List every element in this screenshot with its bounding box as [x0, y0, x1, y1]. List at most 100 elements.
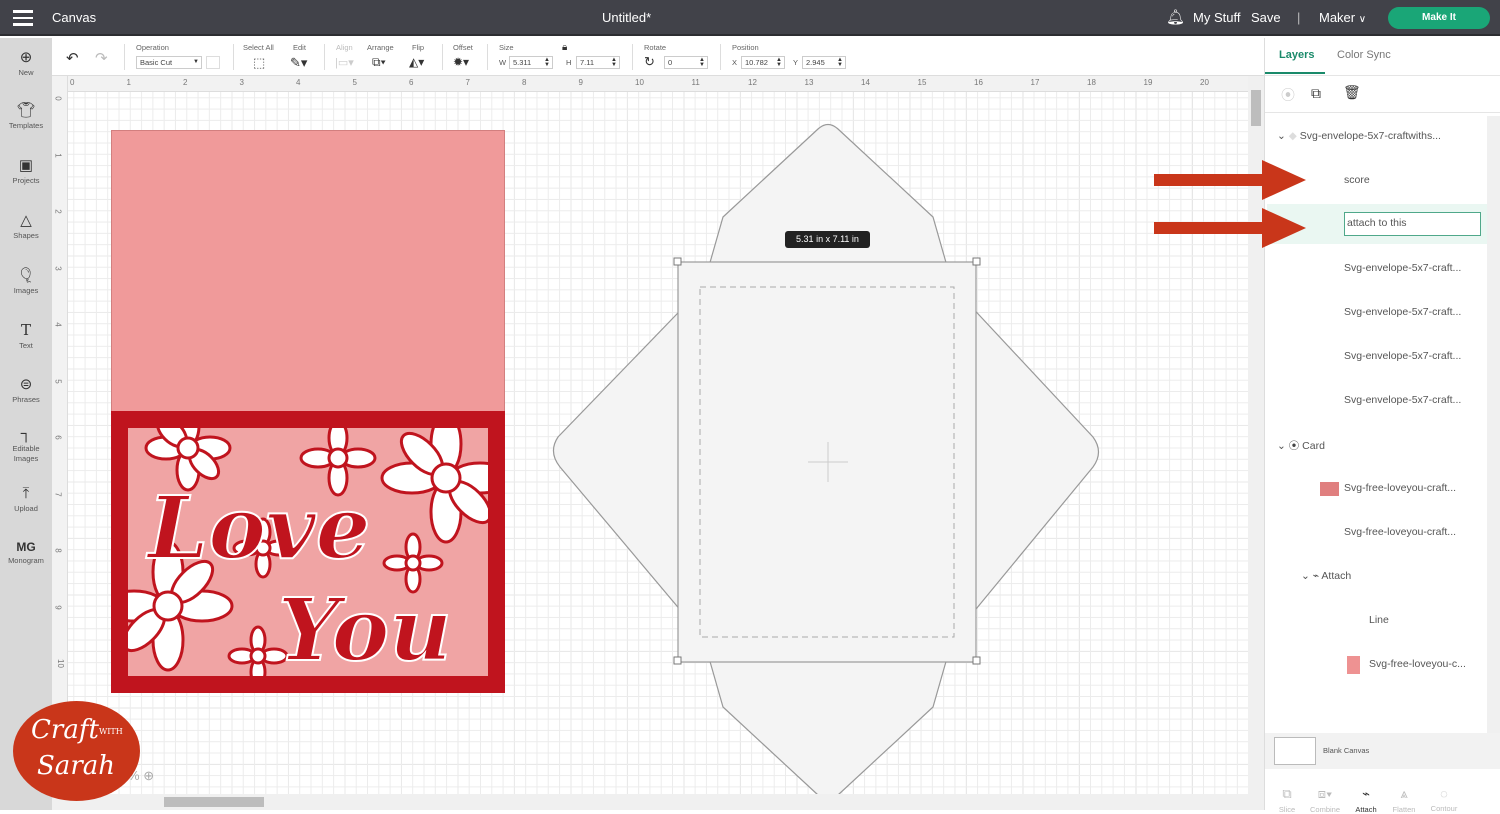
layer-name: Svg-envelope-5x7-craft...: [1344, 350, 1462, 362]
save-button[interactable]: Save: [1251, 10, 1281, 25]
tab-color-sync[interactable]: Color Sync: [1337, 49, 1391, 61]
edit-pencil-icon[interactable]: ✎▾: [290, 55, 307, 71]
blank-canvas-row[interactable]: Blank Canvas: [1265, 733, 1500, 769]
sidebar-label: Projects: [12, 176, 40, 185]
chevron-down-icon[interactable]: ⌄: [1277, 130, 1286, 142]
annotation-arrowhead: [1262, 208, 1306, 248]
arrange-icon[interactable]: ⧉▾: [372, 55, 386, 70]
blank-canvas-label: Blank Canvas: [1323, 746, 1370, 755]
align-icon[interactable]: |▭▾: [335, 56, 354, 69]
design-canvas[interactable]: Love You 5.31 in x 7.11 in: [68, 92, 1248, 801]
offset-label: Offset: [453, 43, 473, 52]
my-stuff-link[interactable]: My Stuff: [1193, 10, 1240, 25]
y-position-input[interactable]: 2.945 ▲ ▼: [802, 56, 846, 69]
layer-loveyou[interactable]: Svg-free-loveyou-craft...: [1344, 526, 1456, 538]
contour-button[interactable]: ◌ Contour: [1424, 786, 1464, 813]
scroll-thumb[interactable]: [1251, 90, 1261, 126]
hamburger-menu-icon[interactable]: [13, 10, 33, 26]
stepper-icon[interactable]: ▲ ▼: [699, 57, 705, 68]
bell-icon[interactable]: 🔔︎: [1166, 8, 1185, 26]
stepper-icon[interactable]: ▲ ▼: [837, 57, 843, 68]
stepper-icon[interactable]: ▲ ▼: [611, 57, 617, 68]
height-input[interactable]: 7.11 ▲ ▼: [576, 56, 620, 69]
divider: [1265, 75, 1500, 76]
logo-with: WITH: [99, 727, 123, 736]
layer-envelope-part[interactable]: Svg-envelope-5x7-craft...: [1344, 350, 1461, 362]
duplicate-icon[interactable]: ⧉: [1311, 85, 1321, 102]
stepper-icon[interactable]: ▲ ▼: [776, 57, 782, 68]
flip-icon[interactable]: ◭▾: [409, 55, 424, 69]
layer-name: score: [1344, 174, 1370, 186]
dropdown-arrow-icon: ▼: [193, 59, 199, 65]
sidebar-item-templates[interactable]: 👕︎ Templates: [0, 101, 52, 130]
ruler-tick-label: 17: [1030, 78, 1040, 87]
card-front-love-you[interactable]: Love You: [111, 411, 505, 693]
rotate-input[interactable]: 0 ▲ ▼: [664, 56, 708, 69]
sidebar-item-images[interactable]: 🎈︎ Images: [0, 266, 52, 295]
width-input[interactable]: 5.311 ▲ ▼: [509, 56, 553, 69]
layer-line[interactable]: Line: [1369, 614, 1389, 626]
layer-envelope-part[interactable]: Svg-envelope-5x7-craft...: [1344, 306, 1461, 318]
sidebar-label: Text: [19, 341, 33, 350]
horizontal-scrollbar[interactable]: [52, 794, 1264, 810]
redo-icon[interactable]: ↷: [95, 49, 108, 67]
offset-icon[interactable]: ✹▾: [453, 55, 469, 69]
sidebar-item-shapes[interactable]: △ Shapes: [0, 211, 52, 240]
group-icon[interactable]: ⦿: [1281, 85, 1295, 105]
operation-select[interactable]: Basic Cut ▼: [136, 56, 202, 69]
ruler-tick-label: 4: [296, 78, 301, 87]
horizontal-ruler: 0 1 2 3 4 5 6 7 8 9 10 11 12 13 14 15 16 17 18 19 20: [68, 76, 1248, 92]
sidebar-label: Shapes: [13, 231, 39, 240]
ruler-tick-label: 16: [974, 78, 983, 87]
width-label: W: [499, 58, 507, 67]
card-base-pink[interactable]: [111, 130, 505, 412]
layer-loveyou[interactable]: Svg-free-loveyou-craft...: [1344, 482, 1456, 494]
layer-thumbnail: [1320, 482, 1339, 496]
envelope-design[interactable]: [548, 117, 1108, 807]
layer-name: Svg-free-loveyou-craft...: [1344, 526, 1457, 538]
ruler-tick-label: 8: [53, 548, 63, 553]
layer-name: Svg-envelope-5x7-craftwiths...: [1299, 130, 1441, 142]
layer-loveyou-attached[interactable]: Svg-free-loveyou-c...: [1369, 658, 1466, 670]
sidebar-item-new[interactable]: ⊕ New: [0, 48, 52, 77]
chevron-down-icon[interactable]: ⌄: [1301, 570, 1310, 582]
layer-envelope-part[interactable]: Svg-envelope-5x7-craft...: [1344, 394, 1461, 406]
stepper-icon[interactable]: ▲ ▼: [544, 57, 550, 68]
operation-color-swatch[interactable]: [206, 56, 220, 69]
layer-rename-input[interactable]: attach to this: [1344, 212, 1481, 236]
x-position-input[interactable]: 10.782 ▲ ▼: [741, 56, 785, 69]
sidebar-item-phrases[interactable]: ⊜ Phrases: [0, 375, 52, 404]
layer-group-card[interactable]: ⌄ ⦿ Card: [1277, 438, 1325, 453]
canvas-thumbnail: [1274, 737, 1316, 765]
sidebar-item-upload[interactable]: ⤒ Upload: [0, 485, 52, 513]
sidebar-label: Upload: [14, 504, 38, 513]
select-all-icon[interactable]: ⬚: [253, 55, 265, 71]
document-title[interactable]: Untitled*: [602, 10, 651, 25]
layer-group-envelope[interactable]: ⌄ ◆ Svg-envelope-5x7-craftwiths...: [1277, 130, 1441, 142]
layer-name: Svg-envelope-5x7-craft...: [1344, 262, 1462, 274]
layer-envelope-part[interactable]: Svg-envelope-5x7-craft...: [1344, 262, 1461, 274]
layer-group-attach[interactable]: ⌄ ⌁ Attach: [1301, 570, 1351, 582]
sidebar-item-monogram[interactable]: MG Monogram: [0, 540, 52, 565]
undo-icon[interactable]: ↶: [66, 49, 79, 67]
sidebar-item-text[interactable]: T Text: [0, 321, 52, 350]
sidebar-item-editable-images[interactable]: ┐ Editable Images: [0, 426, 52, 464]
layers-scrollbar[interactable]: [1487, 116, 1500, 736]
make-it-button[interactable]: Make It: [1388, 7, 1490, 29]
lock-icon[interactable]: 🔒︎: [562, 42, 567, 53]
zoom-in-icon[interactable]: ⊕: [143, 768, 154, 783]
text-icon: T: [20, 321, 31, 339]
scroll-thumb[interactable]: [164, 797, 264, 807]
ruler-tick-label: 7: [465, 78, 470, 87]
ruler-tick-label: 11: [691, 78, 700, 87]
ruler-tick-label: 20: [1200, 78, 1209, 87]
tab-layers[interactable]: Layers: [1279, 49, 1314, 61]
chevron-down-icon[interactable]: ⌄: [1277, 440, 1286, 452]
sidebar-item-projects[interactable]: ▣ Projects: [0, 156, 52, 185]
machine-select[interactable]: Maker ∨: [1319, 10, 1366, 25]
trash-icon[interactable]: 🗑︎: [1343, 84, 1361, 101]
rotate-value: 0: [668, 58, 673, 67]
ruler-tick-label: 3: [53, 265, 63, 271]
layer-score[interactable]: score: [1344, 174, 1370, 186]
monogram-icon: MG: [16, 540, 36, 554]
